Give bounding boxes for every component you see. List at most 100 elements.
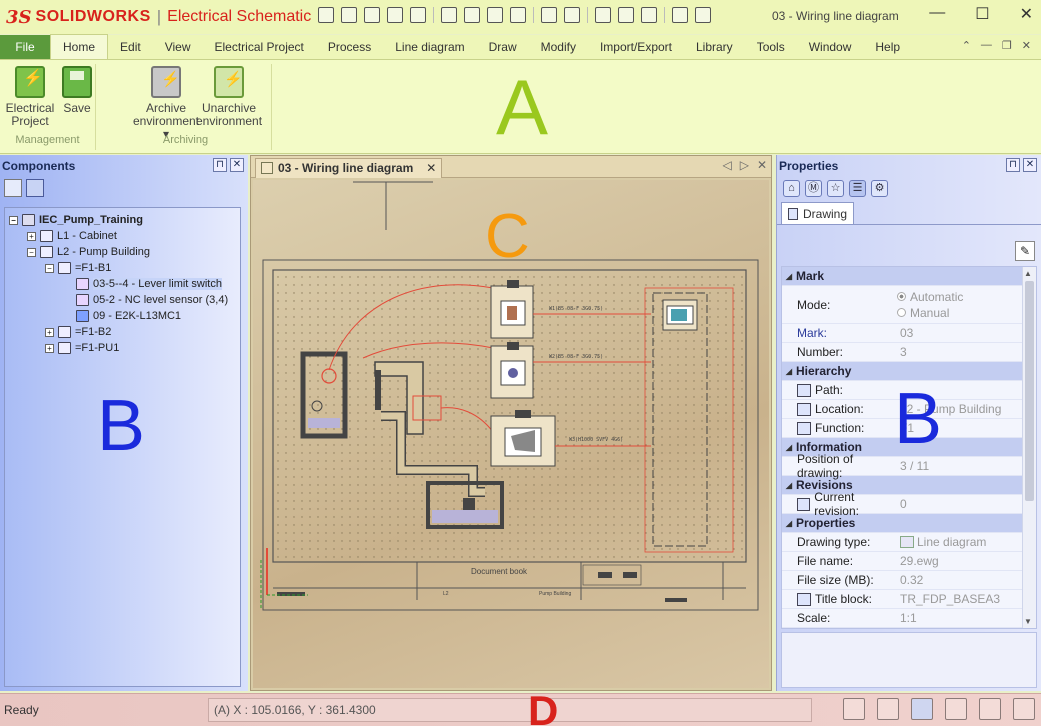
paste-icon[interactable]: [487, 7, 503, 23]
radio-automatic[interactable]: Automatic: [897, 290, 963, 304]
tab-line-diagram[interactable]: Line diagram: [383, 35, 476, 59]
panel-close-icon[interactable]: ✕: [230, 158, 244, 172]
device-pump: [490, 410, 556, 467]
menu-file[interactable]: File: [0, 35, 50, 59]
block-icon[interactable]: [564, 7, 580, 23]
mark-icon[interactable]: [695, 7, 711, 23]
new-icon[interactable]: [318, 7, 334, 23]
archive-environment-button[interactable]: Archive environment ▾: [130, 66, 202, 141]
drawing-canvas[interactable]: W1(B5 08-F 3G0.75) W2(B5 08-F 3G0.75) W3…: [253, 180, 769, 688]
insert-icon[interactable]: [541, 7, 557, 23]
expand-icon[interactable]: +: [45, 343, 54, 353]
tab-tools[interactable]: Tools: [745, 35, 797, 59]
window-controls: — ☐ ✕: [929, 4, 1033, 24]
collapse-ribbon-icon[interactable]: ⌃: [962, 39, 971, 52]
tab-help[interactable]: Help: [863, 35, 912, 59]
redo-icon[interactable]: [410, 7, 426, 23]
tab-right-icon[interactable]: ▷: [740, 158, 749, 172]
selection-icon[interactable]: [979, 698, 1001, 720]
scroll-down-icon[interactable]: ▼: [1024, 617, 1032, 626]
expand-icon[interactable]: +: [27, 231, 36, 241]
tab-edit[interactable]: Edit: [108, 35, 153, 59]
home-icon[interactable]: ⌂: [783, 180, 800, 197]
print-icon[interactable]: [364, 7, 380, 23]
documents-view-icon[interactable]: [4, 179, 22, 197]
tab-import-export[interactable]: Import/Export: [588, 35, 684, 59]
tab-close-icon[interactable]: ✕: [426, 161, 436, 175]
tree-node-f1-b2[interactable]: + =F1-B2: [9, 324, 240, 340]
save-button[interactable]: Save: [60, 66, 94, 115]
pin-icon[interactable]: ⊓: [213, 158, 227, 172]
restore-doc-icon[interactable]: —: [981, 39, 992, 52]
collapse-icon[interactable]: −: [27, 247, 36, 257]
collapse-icon[interactable]: −: [45, 263, 54, 273]
search-icon[interactable]: [672, 7, 688, 23]
electrical-project-button[interactable]: Electrical Project: [4, 66, 56, 128]
tab-window[interactable]: Window: [797, 35, 864, 59]
tab-library[interactable]: Library: [684, 35, 745, 59]
tree-node-e2k[interactable]: 09 - E2K-L13MC1: [9, 308, 240, 324]
grid-icon[interactable]: [843, 698, 865, 720]
panel-close-icon[interactable]: ✕: [1023, 158, 1037, 172]
scroll-thumb[interactable]: [1025, 281, 1034, 501]
tab-left-icon[interactable]: ◁: [722, 158, 731, 172]
list-view-icon[interactable]: ☰: [849, 180, 866, 197]
tree-node-f1-b1[interactable]: − =F1-B1: [9, 260, 240, 276]
properties-scrollbar[interactable]: ▲ ▼: [1022, 267, 1036, 628]
tree-node-project[interactable]: − IEC_Pump_Training: [9, 212, 240, 228]
close-button[interactable]: ✕: [1020, 4, 1033, 24]
settings-icon[interactable]: ⚙: [871, 180, 888, 197]
ortho-icon[interactable]: [877, 698, 899, 720]
cabinet-icon: [40, 230, 53, 242]
ds-logo-icon: 3S: [6, 6, 32, 28]
cut-icon[interactable]: [441, 7, 457, 23]
tree-node-lever-limit-switch[interactable]: 03-5--4 - Lever limit switch: [9, 276, 240, 292]
star-icon[interactable]: ☆: [827, 180, 844, 197]
save-icon[interactable]: [341, 7, 357, 23]
page-icon: [788, 207, 798, 220]
network-icon[interactable]: [1013, 698, 1035, 720]
tree-node-f1-pu1[interactable]: + =F1-PU1: [9, 340, 240, 356]
edit-pen-button[interactable]: ✎: [1015, 241, 1035, 261]
collapse-icon[interactable]: −: [9, 215, 18, 225]
pan-icon[interactable]: [641, 7, 657, 23]
close-doc-icon[interactable]: ✕: [1022, 39, 1031, 52]
electrical-project-icon: [15, 66, 45, 98]
snap-icon[interactable]: [911, 698, 933, 720]
section-properties[interactable]: ◢ Properties: [782, 514, 1036, 533]
tab-draw[interactable]: Draw: [477, 35, 529, 59]
tab-modify[interactable]: Modify: [529, 35, 588, 59]
title-block-num: L2: [443, 591, 449, 597]
tree-node-l2-pump-building[interactable]: − L2 - Pump Building: [9, 244, 240, 260]
status-tools: [843, 698, 1035, 720]
section-mark[interactable]: ◢ Mark: [782, 267, 1036, 286]
tree-node-l1-cabinet[interactable]: + L1 - Cabinet: [9, 228, 240, 244]
maximize-button[interactable]: ☐: [975, 4, 989, 24]
copy-icon[interactable]: [464, 7, 480, 23]
minimize-button[interactable]: —: [929, 4, 945, 24]
pin-icon[interactable]: ⊓: [1006, 158, 1020, 172]
document-tab[interactable]: 03 - Wiring line diagram ✕: [255, 157, 443, 178]
components-view-icon[interactable]: [26, 179, 44, 197]
tab-electrical-project[interactable]: Electrical Project: [203, 35, 316, 59]
lines-icon[interactable]: [945, 698, 967, 720]
mark-icon[interactable]: Ⓜ: [805, 180, 822, 197]
tree-node-nc-level-sensor[interactable]: 05-2 - NC level sensor (3,4): [9, 292, 240, 308]
zoom-window-icon[interactable]: [618, 7, 634, 23]
device-b2: [490, 342, 534, 399]
expand-icon[interactable]: +: [45, 327, 54, 337]
drawing-close-icon[interactable]: ✕: [757, 158, 767, 172]
paste-special-icon[interactable]: [510, 7, 526, 23]
radio-manual[interactable]: Manual: [897, 306, 963, 320]
tab-home[interactable]: Home: [50, 34, 109, 59]
scroll-up-icon[interactable]: ▲: [1024, 269, 1032, 278]
mode-radio-group: Automatic Manual: [897, 290, 963, 320]
group-management: Electrical Project Save Management: [0, 64, 96, 150]
tab-drawing[interactable]: Drawing: [781, 202, 855, 224]
tab-process[interactable]: Process: [316, 35, 383, 59]
zoom-icon[interactable]: [595, 7, 611, 23]
unarchive-environment-button[interactable]: Unarchive environment: [196, 66, 262, 128]
restore-window-icon[interactable]: ❐: [1002, 39, 1012, 52]
undo-icon[interactable]: [387, 7, 403, 23]
tab-view[interactable]: View: [153, 35, 203, 59]
